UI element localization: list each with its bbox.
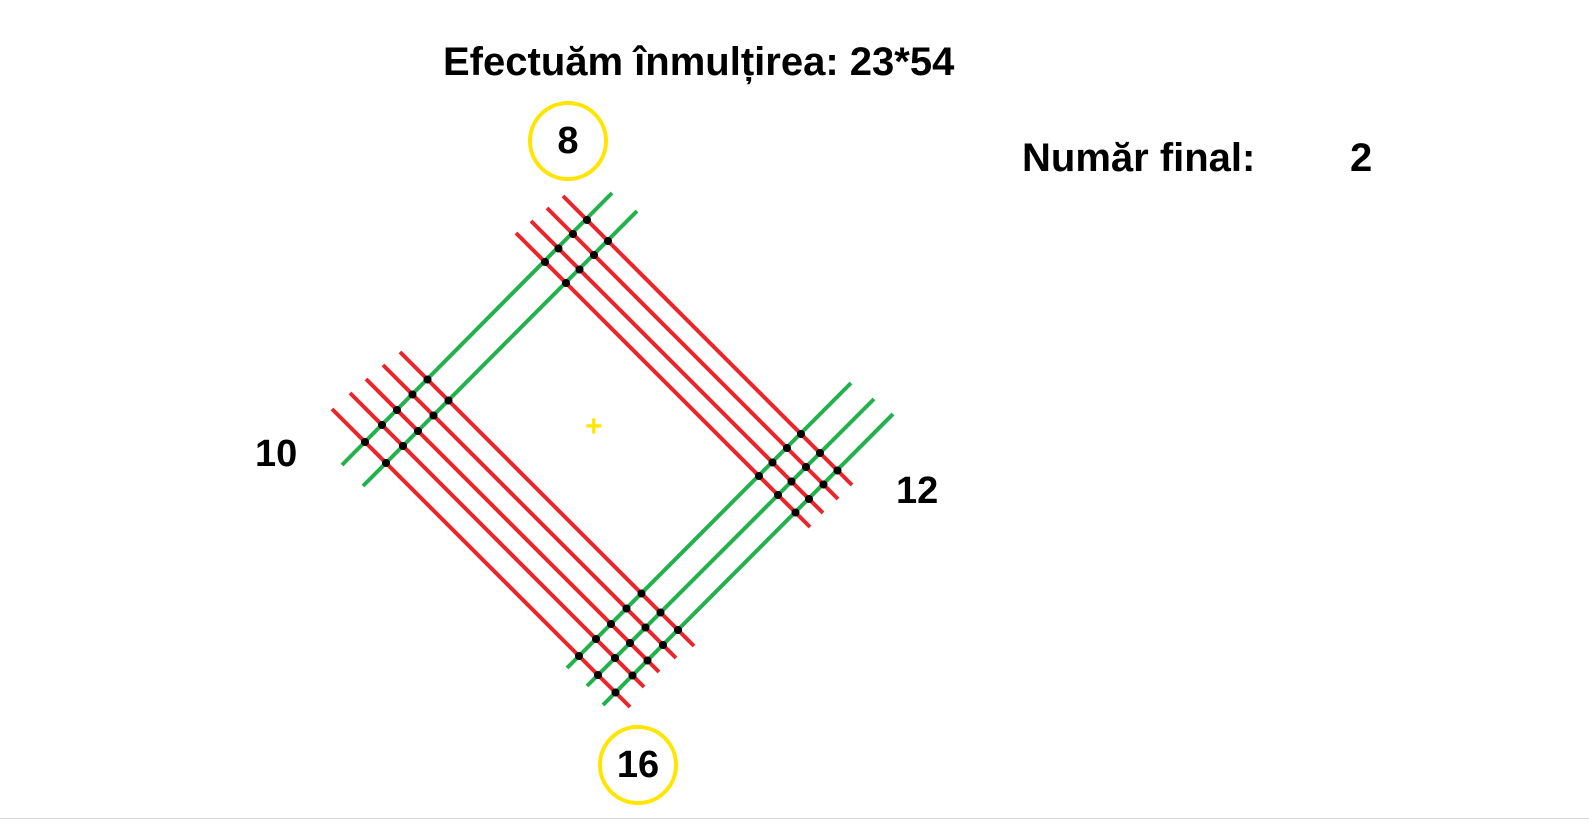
intersection-dot bbox=[393, 406, 401, 414]
intersection-dot bbox=[382, 459, 390, 467]
intersection-dot bbox=[575, 265, 584, 274]
left-count-value: 10 bbox=[255, 433, 298, 475]
intersection-dot bbox=[783, 444, 791, 452]
bottom-divider bbox=[0, 818, 1589, 819]
red-lines-group bbox=[330, 194, 854, 709]
intersection-dot bbox=[674, 626, 682, 634]
intersection-dot bbox=[791, 508, 800, 517]
intersection-dot bbox=[429, 411, 438, 420]
intersection-dot bbox=[659, 641, 667, 649]
intersection-dot bbox=[656, 608, 665, 617]
intersection-dot bbox=[816, 449, 824, 457]
intersection-dot bbox=[569, 230, 577, 238]
top-count-value: 8 bbox=[557, 119, 579, 162]
intersection-dot bbox=[643, 656, 652, 665]
intersection-dot bbox=[611, 688, 620, 697]
red-line-lower bbox=[330, 407, 632, 709]
red-line-upper bbox=[514, 231, 812, 529]
intersection-dot bbox=[361, 438, 369, 446]
intersection-dot bbox=[399, 442, 407, 450]
top-count-circle: 8 bbox=[528, 101, 608, 181]
intersection-dot bbox=[590, 251, 598, 259]
intersection-dot bbox=[541, 258, 549, 266]
intersection-dot bbox=[805, 495, 813, 503]
intersection-dot bbox=[604, 237, 612, 245]
intersection-dot bbox=[819, 480, 828, 489]
intersection-dot bbox=[378, 421, 386, 429]
intersection-dot bbox=[774, 491, 782, 499]
intersection-dots-group bbox=[361, 216, 842, 697]
intersection-dot bbox=[802, 463, 810, 471]
intersection-dot bbox=[583, 216, 591, 224]
red-line-lower bbox=[364, 377, 661, 674]
red-line-upper bbox=[529, 219, 825, 515]
red-line-lower bbox=[381, 363, 678, 660]
intersection-dot bbox=[444, 396, 453, 405]
intersection-dot bbox=[408, 390, 417, 399]
intersection-dot bbox=[833, 466, 842, 475]
intersection-dot bbox=[626, 639, 634, 647]
intersection-dot bbox=[637, 589, 646, 598]
intersection-dot bbox=[611, 654, 619, 662]
intersection-dot bbox=[641, 623, 650, 632]
intersection-dot bbox=[755, 472, 763, 480]
intersection-dot bbox=[414, 427, 422, 435]
intersection-dot bbox=[575, 652, 583, 660]
red-line-lower bbox=[398, 350, 696, 648]
multiplication-lines-diagram bbox=[330, 191, 895, 709]
intersection-dot bbox=[607, 620, 615, 628]
intersection-dot bbox=[554, 244, 563, 253]
center-plus-icon: + bbox=[585, 410, 603, 443]
bottom-count-circle: 16 bbox=[598, 725, 678, 805]
intersection-dot bbox=[628, 671, 637, 680]
intersection-dot bbox=[592, 635, 600, 643]
red-line-upper bbox=[545, 206, 840, 501]
intersection-dot bbox=[787, 477, 796, 486]
bottom-count-value: 16 bbox=[616, 743, 660, 786]
intersection-dot bbox=[423, 375, 432, 384]
intersection-dot bbox=[768, 458, 777, 467]
intersection-dot bbox=[797, 430, 805, 438]
intersection-dot bbox=[594, 671, 602, 679]
intersection-dot bbox=[622, 604, 631, 613]
right-count-value: 12 bbox=[896, 470, 939, 512]
intersection-dot bbox=[562, 279, 570, 287]
